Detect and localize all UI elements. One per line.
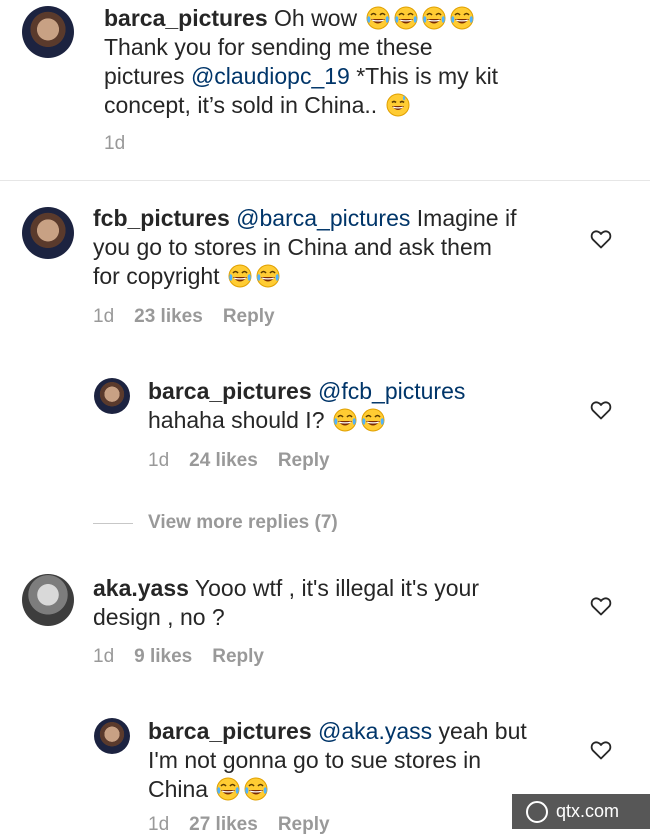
- likes-count[interactable]: 27 likes: [189, 814, 258, 835]
- avatar[interactable]: [94, 378, 130, 414]
- comment-text: hahaha should I?: [148, 407, 331, 433]
- comment-text: Thank you for sending me these: [104, 34, 433, 60]
- comment-text: yeah but: [432, 718, 527, 744]
- comment-body: fcb_pictures @barca_pictures Imagine if …: [93, 204, 573, 291]
- timestamp: 1d: [148, 450, 170, 471]
- comment-body: barca_pictures @aka.yass yeah but I'm no…: [148, 717, 568, 804]
- comment-meta: 1d 23 likes Reply: [93, 306, 295, 328]
- comment-meta: 1d 24 likes Reply: [148, 450, 350, 472]
- comment-text: Oh wow: [267, 5, 364, 31]
- comment-text: Yooo wtf , it's illegal it's your: [188, 575, 479, 601]
- heart-outline-icon[interactable]: [590, 595, 612, 617]
- likes-count[interactable]: 23 likes: [134, 306, 203, 327]
- username[interactable]: barca_pictures: [148, 718, 312, 744]
- comment-text: for copyright: [93, 263, 226, 289]
- face-with-tears-of-joy-emoji: [365, 6, 390, 30]
- reply-button[interactable]: Reply: [278, 450, 330, 471]
- comment-meta: 1d 9 likes Reply: [93, 646, 284, 668]
- comment-text: China: [148, 776, 215, 802]
- face-with-tears-of-joy-emoji: [216, 777, 241, 801]
- watermark: qtx.com: [512, 794, 650, 829]
- mention-link[interactable]: @claudiopc_19: [191, 63, 350, 89]
- comment-text: concept, it’s sold in China..: [104, 92, 384, 118]
- view-more-replies-button[interactable]: View more replies (7): [148, 512, 338, 534]
- comment-text: you go to stores in China and ask them: [93, 234, 492, 260]
- comment-meta: 1d: [104, 133, 145, 155]
- comment-text: pictures: [104, 63, 191, 89]
- comment-meta: 1d 27 likes Reply: [148, 814, 350, 836]
- watermark-text: qtx.com: [556, 801, 620, 821]
- comment-body: aka.yass Yooo wtf , it's illegal it's yo…: [93, 574, 573, 632]
- comment-text: *This is my kit: [349, 63, 499, 89]
- heart-outline-icon[interactable]: [590, 739, 612, 761]
- grinning-face-with-sweat-emoji: [385, 93, 410, 117]
- mention-link[interactable]: @barca_pictures: [236, 205, 410, 231]
- username[interactable]: fcb_pictures: [93, 205, 230, 231]
- mention-link[interactable]: @fcb_pictures: [318, 378, 465, 404]
- reply-button[interactable]: Reply: [278, 814, 330, 835]
- comment-text: I'm not gonna go to sue stores in: [148, 747, 481, 773]
- likes-count[interactable]: 9 likes: [134, 646, 192, 667]
- watermark-logo-icon: [526, 800, 548, 823]
- avatar[interactable]: [22, 574, 74, 626]
- divider: [0, 180, 650, 181]
- avatar[interactable]: [94, 718, 130, 754]
- username[interactable]: aka.yass: [93, 575, 189, 601]
- reply-button[interactable]: Reply: [212, 646, 264, 667]
- avatar[interactable]: [22, 207, 74, 259]
- comment-body: barca_pictures @fcb_pictures hahaha shou…: [148, 377, 568, 435]
- face-with-tears-of-joy-emoji: [361, 408, 385, 432]
- reply-button[interactable]: Reply: [223, 306, 275, 327]
- likes-count[interactable]: 24 likes: [189, 450, 258, 471]
- comment-body: barca_pictures Oh wow Thank you for send…: [104, 4, 564, 120]
- face-with-tears-of-joy-emoji: [393, 6, 418, 30]
- timestamp: 1d: [93, 646, 115, 667]
- comment-text: design , no ?: [93, 604, 225, 630]
- username[interactable]: barca_pictures: [104, 5, 268, 31]
- view-more-line: [93, 523, 133, 524]
- comment-text: Imagine if: [410, 205, 517, 231]
- heart-outline-icon[interactable]: [590, 399, 612, 421]
- timestamp: 1d: [148, 814, 170, 835]
- face-with-tears-of-joy-emoji: [244, 777, 269, 801]
- face-with-tears-of-joy-emoji: [421, 6, 446, 30]
- timestamp: 1d: [93, 306, 115, 327]
- heart-outline-icon[interactable]: [590, 228, 612, 250]
- face-with-tears-of-joy-emoji: [333, 408, 357, 432]
- face-with-tears-of-joy-emoji: [449, 6, 474, 30]
- timestamp: 1d: [104, 133, 126, 154]
- mention-link[interactable]: @aka.yass: [318, 718, 432, 744]
- face-with-tears-of-joy-emoji: [256, 264, 280, 288]
- face-with-tears-of-joy-emoji: [228, 264, 252, 288]
- avatar[interactable]: [22, 6, 74, 58]
- username[interactable]: barca_pictures: [148, 378, 312, 404]
